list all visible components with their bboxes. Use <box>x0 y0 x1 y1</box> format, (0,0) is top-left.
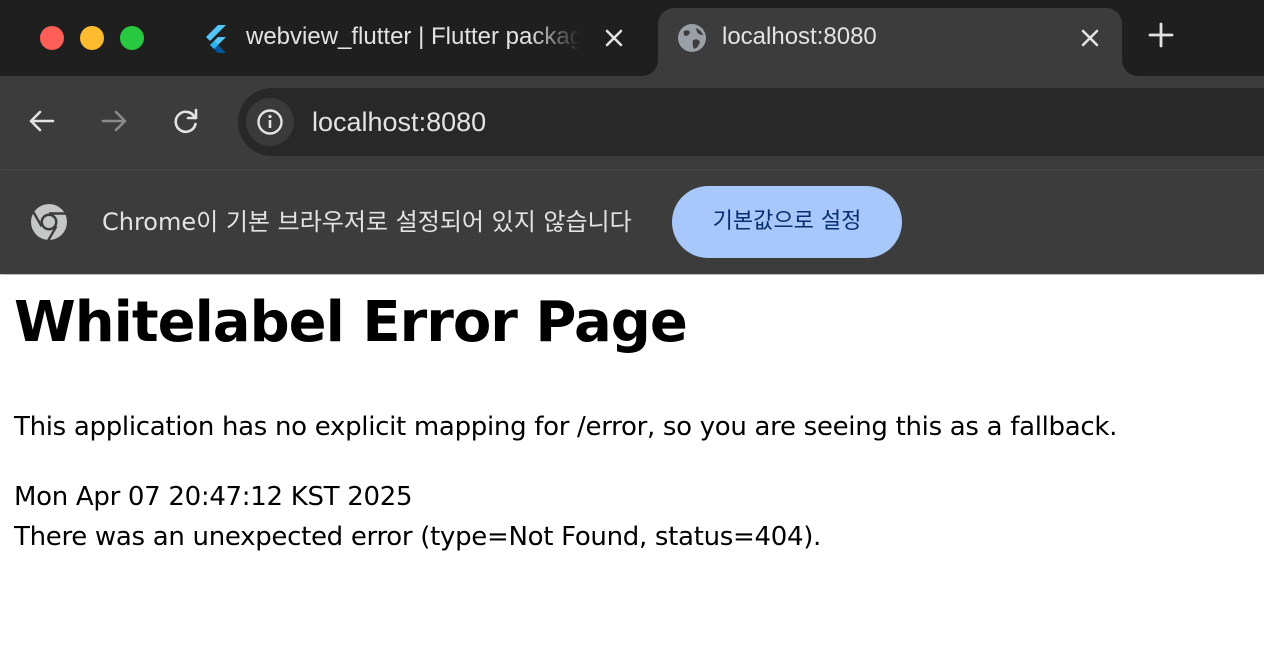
forward-arrow-icon[interactable] <box>99 106 129 136</box>
error-message: There was an unexpected error (type=Not … <box>14 522 822 552</box>
set-default-button[interactable]: 기본값으로 설정 <box>672 186 902 258</box>
page-content: Whitelabel Error Page This application h… <box>0 275 1264 666</box>
tab-title: localhost:8080 <box>722 23 877 50</box>
url-text[interactable]: localhost:8080 <box>312 106 486 138</box>
chrome-logo-icon <box>30 203 68 242</box>
plus-icon[interactable] <box>1146 20 1176 50</box>
reload-icon[interactable] <box>171 106 201 136</box>
default-browser-infobar: Chrome이 기본 브라우저로 설정되어 있지 않습니다 기본값으로 설정 <box>0 170 1264 274</box>
error-description: This application has no explicit mapping… <box>14 412 1118 442</box>
browser-toolbar: localhost:8080 <box>0 76 1264 170</box>
tab-localhost[interactable]: localhost:8080 <box>658 8 1122 76</box>
close-icon[interactable] <box>1076 24 1104 52</box>
info-icon[interactable] <box>246 98 294 146</box>
address-bar[interactable]: localhost:8080 <box>238 88 1264 156</box>
tab-strip: webview_flutter | Flutter package localh… <box>0 0 1264 76</box>
page-title: Whitelabel Error Page <box>14 290 688 355</box>
globe-icon <box>676 22 708 54</box>
infobar-message: Chrome이 기본 브라우저로 설정되어 있지 않습니다 <box>102 208 632 236</box>
zoom-window-button[interactable] <box>120 26 144 50</box>
close-window-button[interactable] <box>40 26 64 50</box>
tab-title: webview_flutter | Flutter package <box>246 23 580 50</box>
tab-webview-flutter[interactable]: webview_flutter | Flutter package <box>184 8 644 76</box>
error-timestamp: Mon Apr 07 20:47:12 KST 2025 <box>14 482 413 512</box>
flutter-icon <box>200 22 232 54</box>
minimize-window-button[interactable] <box>80 26 104 50</box>
back-arrow-icon[interactable] <box>27 106 57 136</box>
close-icon[interactable] <box>600 24 628 52</box>
